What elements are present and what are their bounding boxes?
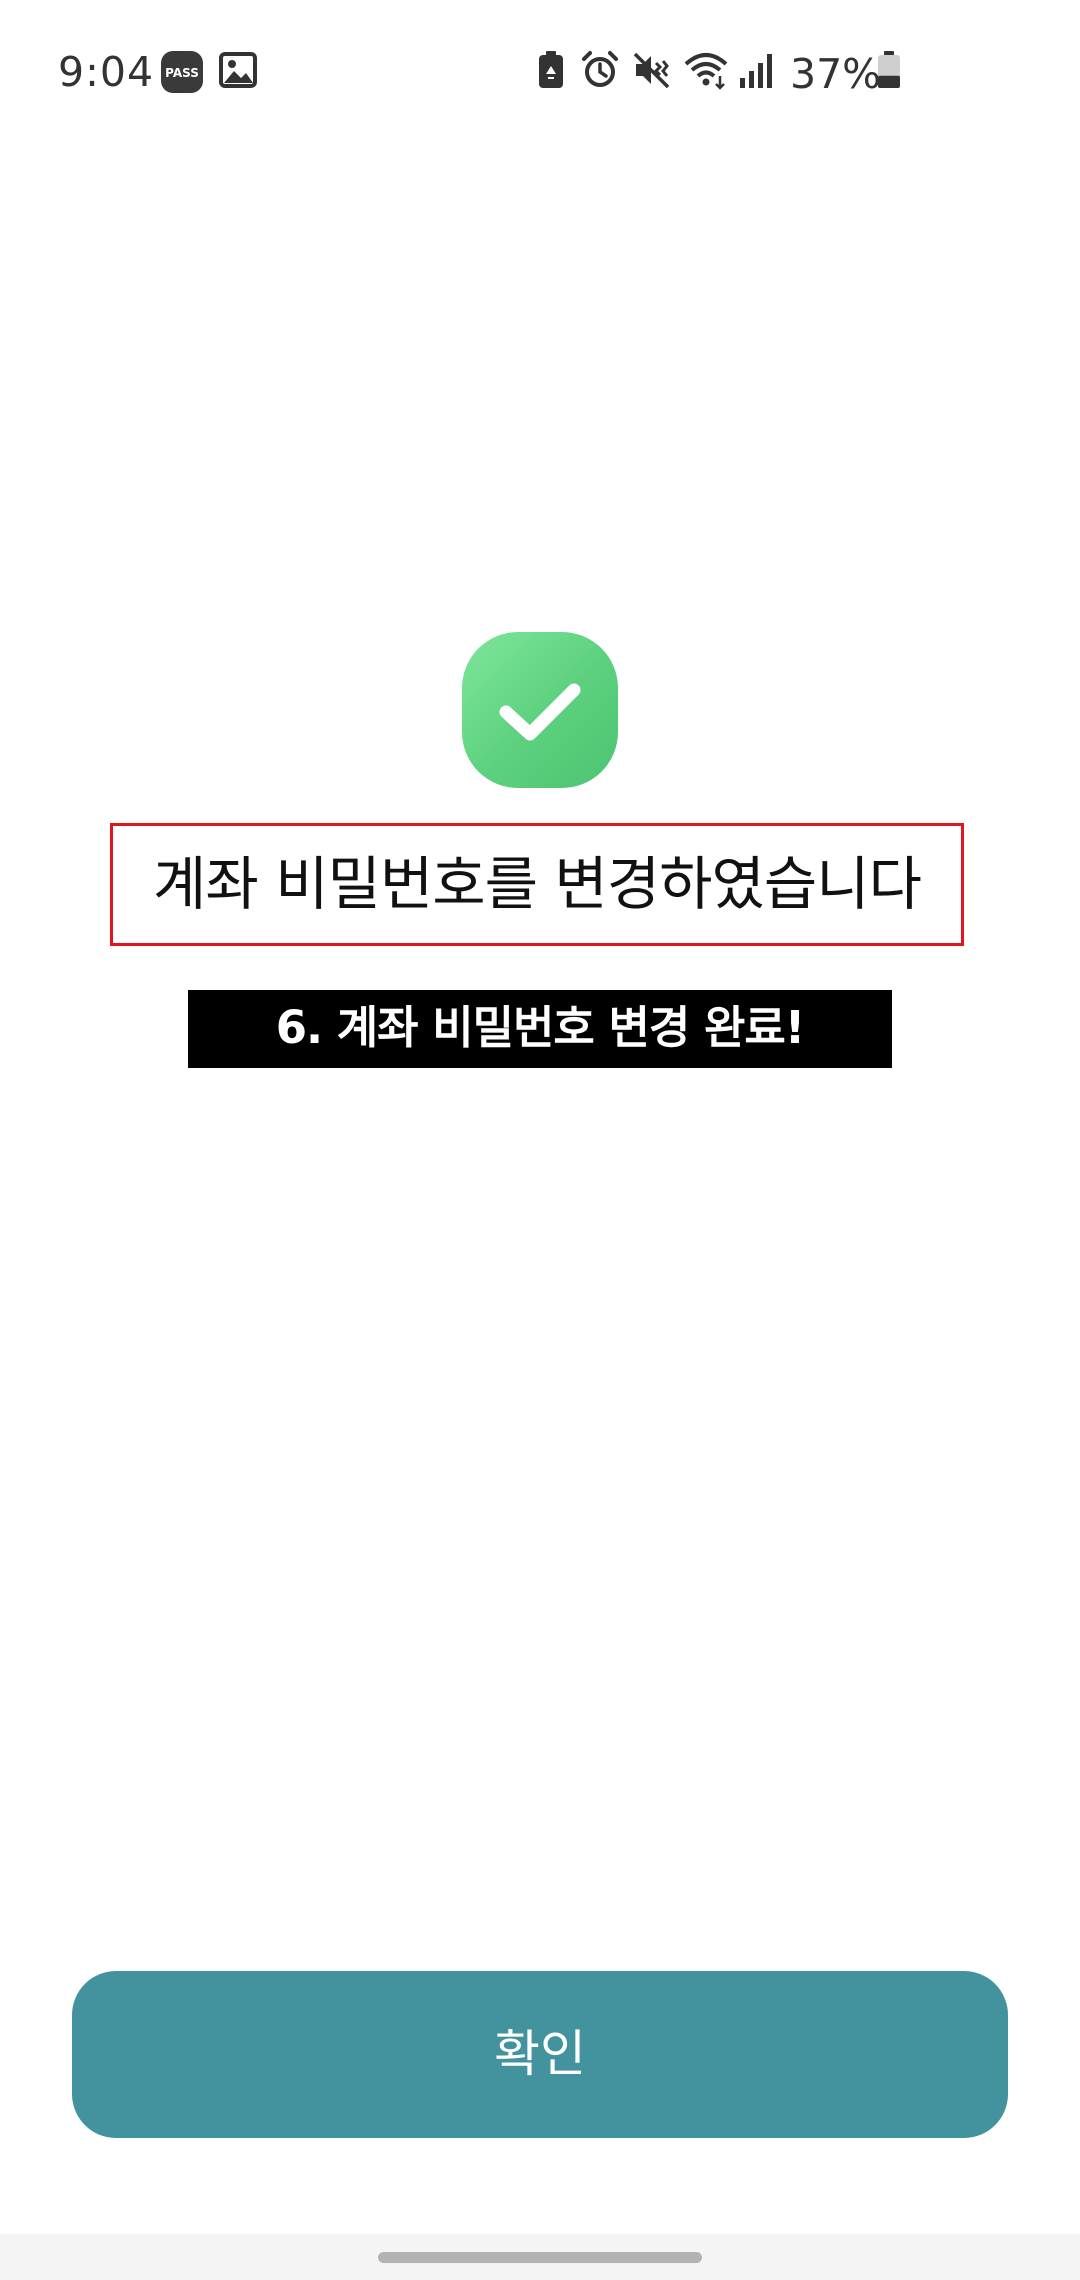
- status-time: 9:04: [58, 48, 155, 96]
- gallery-icon: [218, 50, 258, 94]
- status-bar: 9:04 PASS 37%: [0, 0, 1080, 140]
- page-title: 계좌 비밀번호를 변경하였습니다: [153, 850, 922, 918]
- mute-icon: [632, 50, 672, 94]
- caption-text: 6. 계좌 비밀번호 변경 완료!: [275, 1001, 806, 1054]
- svg-text:PASS: PASS: [165, 66, 199, 80]
- battery-percentage: 37%: [790, 50, 882, 98]
- wifi-icon: [684, 50, 730, 94]
- battery-icon: [876, 50, 902, 94]
- checkmark-icon: [462, 632, 618, 788]
- battery-saver-icon: [536, 50, 566, 94]
- confirm-button-label: 확인: [494, 2025, 586, 2083]
- caption-banner: 6. 계좌 비밀번호 변경 완료!: [188, 990, 892, 1068]
- highlight-box: 계좌 비밀번호를 변경하였습니다: [110, 823, 964, 946]
- alarm-icon: [580, 50, 620, 94]
- signal-icon: [738, 50, 774, 94]
- navigation-bar: [0, 2234, 1080, 2280]
- home-gesture-handle[interactable]: [378, 2252, 702, 2263]
- confirm-button[interactable]: 확인: [72, 1971, 1008, 2138]
- pass-icon: PASS: [160, 50, 204, 98]
